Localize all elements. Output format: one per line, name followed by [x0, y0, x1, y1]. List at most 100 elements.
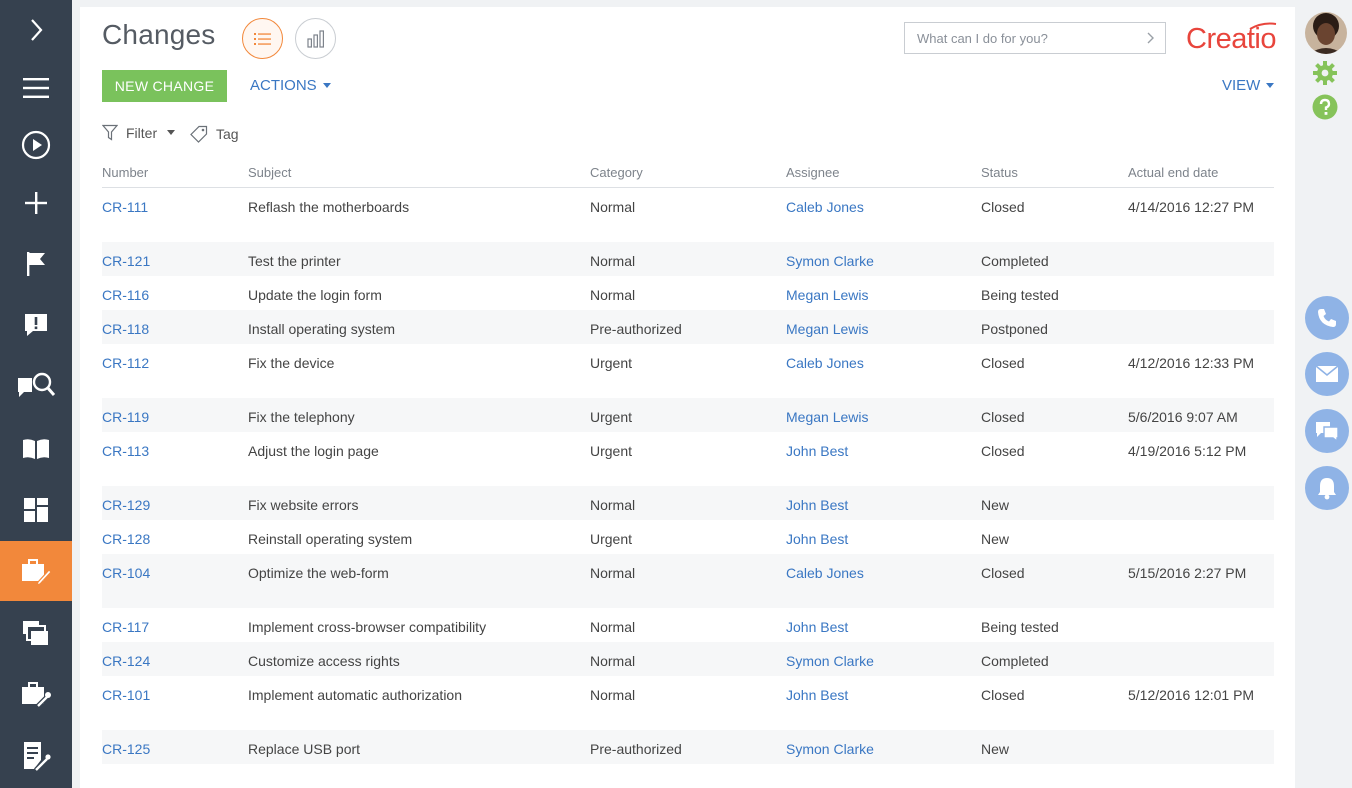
sidebar-item-changes[interactable]: [0, 541, 72, 601]
record-number-link[interactable]: CR-128: [102, 529, 150, 550]
table-row[interactable]: CR-116 Update the login form Normal Megan L…: [102, 276, 1274, 310]
column-header-subject[interactable]: Subject: [248, 165, 291, 180]
table-row[interactable]: CR-111 Reflash the motherboards Normal Cale…: [102, 188, 1274, 242]
gear-icon[interactable]: [1312, 60, 1338, 91]
view-dropdown[interactable]: VIEW: [1222, 77, 1275, 94]
sidebar-item-flags[interactable]: [0, 234, 72, 294]
tag-button[interactable]: Tag: [190, 125, 239, 143]
record-number-link[interactable]: CR-119: [102, 407, 149, 428]
table-row[interactable]: CR-129 Fix website errors Normal John Best N…: [102, 486, 1274, 520]
table-row[interactable]: CR-128 Reinstall operating system Urgent Jo…: [102, 520, 1274, 554]
status-cell: Postponed: [981, 321, 1048, 337]
assignee-link[interactable]: John Best: [786, 685, 848, 706]
table-row[interactable]: CR-119 Fix the telephony Urgent Megan Lewis…: [102, 398, 1274, 432]
table-row[interactable]: CR-101 Implement automatic authorization N…: [102, 676, 1274, 730]
assignee-link[interactable]: John Best: [786, 441, 848, 462]
filter-button[interactable]: Filter: [102, 124, 176, 141]
sidebar-item-services[interactable]: [0, 664, 72, 724]
assignee-link[interactable]: John Best: [786, 529, 848, 550]
record-number-link[interactable]: CR-117: [102, 617, 149, 638]
record-number-link[interactable]: CR-124: [102, 651, 150, 672]
sidebar-item-cases[interactable]: [0, 295, 72, 355]
assignee-link[interactable]: John Best: [786, 617, 848, 638]
sidebar-item-dashboards[interactable]: [0, 480, 72, 540]
book-icon: [23, 439, 49, 459]
email-button[interactable]: [1305, 352, 1349, 396]
assignee-link[interactable]: Megan Lewis: [786, 319, 869, 340]
changes-grid: Number Subject Category Assignee Status …: [102, 161, 1274, 764]
caret-down-icon: [1266, 83, 1275, 88]
logo-swoosh-icon: [1249, 22, 1277, 30]
record-number-link[interactable]: CR-112: [102, 353, 149, 374]
record-number-link[interactable]: CR-116: [102, 285, 149, 306]
creatio-logo: Creatio: [1186, 17, 1282, 59]
record-number-link[interactable]: CR-101: [102, 685, 150, 706]
record-number-link[interactable]: CR-104: [102, 563, 150, 584]
column-header-status[interactable]: Status: [981, 165, 1018, 180]
process-button[interactable]: [0, 115, 72, 175]
column-header-number[interactable]: Number: [102, 165, 148, 180]
assignee-link[interactable]: Caleb Jones: [786, 563, 864, 584]
chevron-right-icon[interactable]: [1135, 31, 1165, 45]
assignee-link[interactable]: Symon Clarke: [786, 251, 874, 272]
expand-sidebar-button[interactable]: [0, 0, 72, 60]
analytics-view-button[interactable]: [295, 18, 336, 59]
record-number-link[interactable]: CR-113: [102, 441, 149, 462]
table-row[interactable]: CR-112 Fix the device Urgent Caleb Jones Clo…: [102, 344, 1274, 398]
table-row[interactable]: CR-125 Replace USB port Pre-authorized Symo…: [102, 730, 1274, 764]
record-number-link[interactable]: CR-121: [102, 251, 150, 272]
email-icon: [1315, 365, 1339, 382]
status-cell: Completed: [981, 253, 1049, 269]
assignee-link[interactable]: Symon Clarke: [786, 651, 874, 672]
table-row[interactable]: CR-124 Customize access rights Normal Symon…: [102, 642, 1274, 676]
list-view-button[interactable]: [242, 18, 283, 59]
table-row[interactable]: CR-104 Optimize the web-form Normal Caleb J…: [102, 554, 1274, 608]
table-row[interactable]: CR-118 Install operating system Pre-author…: [102, 310, 1274, 344]
record-number-link[interactable]: CR-129: [102, 495, 150, 516]
record-number-link[interactable]: CR-118: [102, 319, 149, 340]
services-icon: [22, 682, 51, 708]
column-header-category[interactable]: Category: [590, 165, 643, 180]
assignee-link[interactable]: John Best: [786, 495, 848, 516]
command-search-input[interactable]: What can I do for you?: [904, 22, 1166, 54]
actual-end-date-cell: 5/15/2016 2:27 PM: [1128, 565, 1247, 581]
menu-button[interactable]: [0, 58, 72, 118]
sidebar-item-releases[interactable]: [0, 603, 72, 663]
user-avatar[interactable]: [1305, 12, 1347, 54]
caret-down-icon: [322, 83, 331, 88]
subject-cell: Fix the device: [248, 355, 335, 371]
status-cell: Closed: [981, 565, 1025, 581]
actions-dropdown[interactable]: ACTIONS: [250, 77, 331, 94]
chevron-right-icon: [31, 19, 43, 41]
assignee-link[interactable]: Caleb Jones: [786, 197, 864, 218]
category-cell: Urgent: [590, 531, 633, 547]
column-header-assignee[interactable]: Assignee: [786, 165, 839, 180]
chat-button[interactable]: [1305, 409, 1349, 453]
phone-button[interactable]: [1305, 296, 1349, 340]
status-cell: Closed: [981, 443, 1025, 459]
table-row[interactable]: CR-113 Adjust the login page Urgent John Be…: [102, 432, 1274, 486]
category-cell: Urgent: [590, 409, 633, 425]
sidebar-item-knowledge-search[interactable]: [0, 356, 72, 416]
alert-icon: [25, 314, 47, 336]
category-cell: Normal: [590, 287, 636, 303]
list-icon: [253, 32, 271, 45]
add-button[interactable]: [0, 173, 72, 233]
table-row[interactable]: CR-121 Test the printer Normal Symon Clarke…: [102, 242, 1274, 276]
new-change-button[interactable]: NEW CHANGE: [102, 70, 227, 102]
column-header-actual-end-date[interactable]: Actual end date: [1128, 165, 1218, 180]
view-label: VIEW: [1222, 77, 1261, 94]
phone-icon: [1318, 309, 1336, 327]
assignee-link[interactable]: Caleb Jones: [786, 353, 864, 374]
sidebar-item-documents[interactable]: [0, 726, 72, 786]
notifications-button[interactable]: [1305, 466, 1349, 510]
assignee-link[interactable]: Megan Lewis: [786, 407, 869, 428]
assignee-link[interactable]: Symon Clarke: [786, 739, 874, 760]
record-number-link[interactable]: CR-111: [102, 197, 148, 218]
record-number-link[interactable]: CR-125: [102, 739, 150, 760]
subject-cell: Test the printer: [248, 253, 341, 269]
table-row[interactable]: CR-117 Implement cross-browser compatibil…: [102, 608, 1274, 642]
assignee-link[interactable]: Megan Lewis: [786, 285, 869, 306]
help-icon[interactable]: [1312, 94, 1338, 125]
sidebar-item-knowledge-base[interactable]: [0, 419, 72, 479]
